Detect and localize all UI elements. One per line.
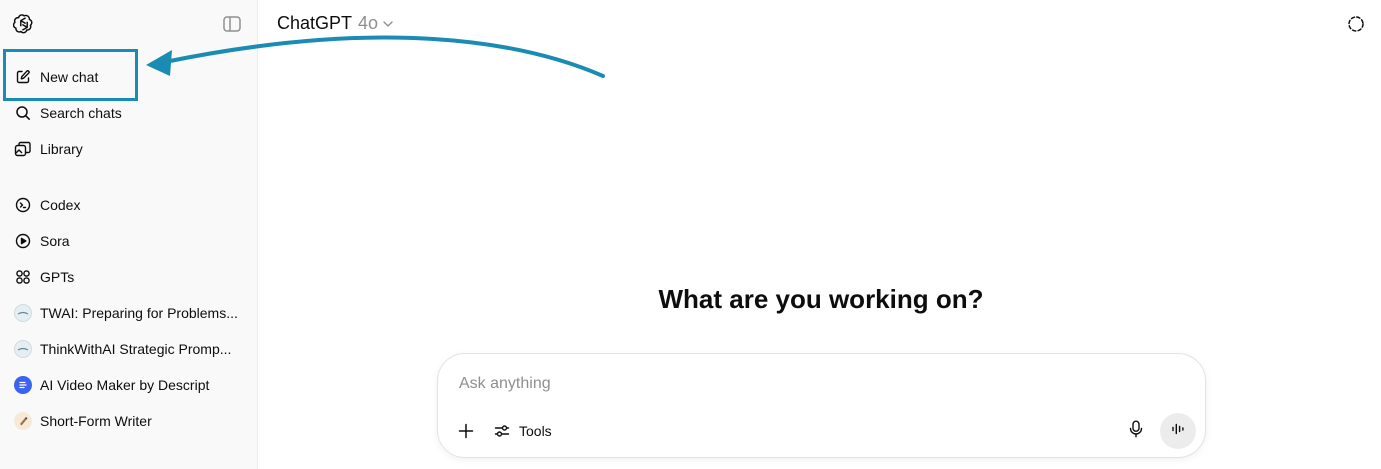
sidebar-item-new-chat[interactable]: New chat (6, 60, 250, 94)
sidebar-item-label: Codex (40, 197, 81, 213)
page-headline: What are you working on? (658, 284, 984, 314)
sidebar-item-label: New chat (40, 69, 99, 85)
microphone-icon (1129, 420, 1143, 443)
library-icon (14, 140, 32, 158)
sidebar-item-sora[interactable]: Sora (6, 224, 250, 258)
sidebar-item-library[interactable]: Library (6, 132, 250, 166)
sidebar-item-search-chats[interactable]: Search chats (6, 96, 250, 130)
sidebar-item-gpt-thinkwithai[interactable]: ThinkWithAI Strategic Promp... (6, 332, 250, 366)
dictate-button[interactable] (1125, 420, 1147, 442)
sidebar-item-gpt-twai[interactable]: TWAI: Preparing for Problems... (6, 296, 250, 330)
chatgpt-app: New chat Search chats Library Codex Sora… (0, 0, 1381, 469)
sidebar-item-codex[interactable]: Codex (6, 188, 250, 222)
sidebar-item-gpts[interactable]: GPTs (6, 260, 250, 294)
twai-avatar (14, 304, 32, 322)
sidebar: New chat Search chats Library Codex Sora… (0, 0, 258, 469)
sidebar-item-label: TWAI: Preparing for Problems... (40, 305, 238, 321)
sidebar-item-label: GPTs (40, 269, 75, 285)
search-icon (14, 104, 32, 122)
sidebar-header (0, 0, 258, 48)
sora-icon (14, 232, 32, 250)
descript-avatar (14, 376, 32, 394)
tools-button[interactable]: Tools (493, 419, 552, 443)
short-form-writer-avatar (14, 412, 32, 430)
waveform-icon (1170, 422, 1186, 441)
prompt-input[interactable] (459, 373, 1159, 395)
sliders-icon (493, 422, 511, 440)
sidebar-item-label: Sora (40, 233, 70, 249)
add-attachment-button[interactable] (455, 420, 477, 442)
model-name: 4o (358, 13, 379, 33)
new-chat-icon (14, 68, 32, 86)
thinkwithai-avatar (14, 340, 32, 358)
chat-composer: Tools (437, 353, 1206, 458)
sidebar-item-label: ThinkWithAI Strategic Promp... (40, 341, 232, 357)
temporary-chat-icon[interactable] (1346, 14, 1366, 34)
sidebar-item-label: Library (40, 141, 83, 157)
app-title: ChatGPT (277, 13, 353, 33)
sidebar-item-label: Search chats (40, 105, 122, 121)
openai-logo-icon[interactable] (13, 13, 35, 35)
tools-label: Tools (519, 423, 552, 439)
sidebar-item-gpt-short-form-writer[interactable]: Short-Form Writer (6, 404, 250, 438)
gpts-icon (14, 268, 32, 286)
codex-icon (14, 196, 32, 214)
model-selector[interactable]: ChatGPT 4o (277, 13, 394, 34)
sidebar-item-label: AI Video Maker by Descript (40, 377, 210, 393)
chevron-down-icon (382, 20, 394, 28)
sidebar-item-gpt-descript[interactable]: AI Video Maker by Descript (6, 368, 250, 402)
sidebar-item-label: Short-Form Writer (40, 413, 152, 429)
voice-mode-button[interactable] (1160, 413, 1196, 449)
toggle-sidebar-icon[interactable] (222, 14, 242, 34)
